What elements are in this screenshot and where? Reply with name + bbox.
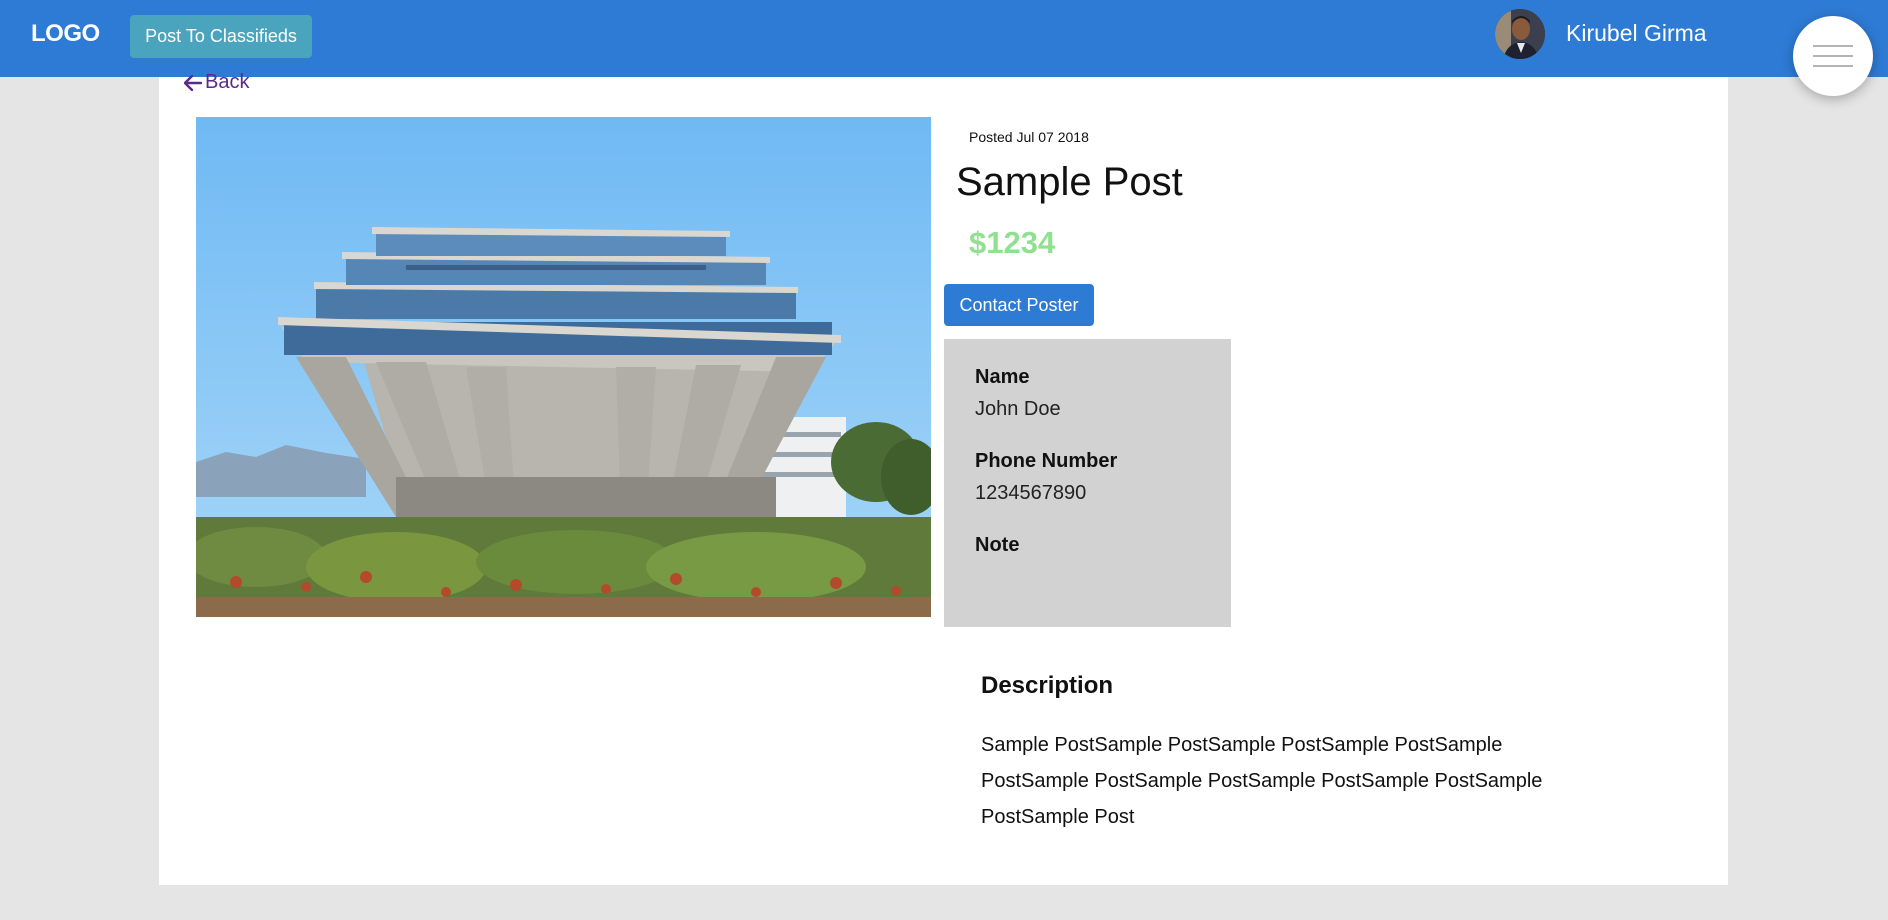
post-title: Sample Post [956,160,1183,204]
arrow-left-icon [184,74,202,91]
user-name[interactable]: Kirubel Girma [1566,20,1707,47]
back-label: Back [205,71,250,93]
back-link[interactable]: Back [184,71,249,94]
contact-name-field: Name John Doe [975,366,1200,421]
hamburger-menu-icon [1813,45,1853,67]
avatar-image [1495,9,1545,59]
contact-phone-field: Phone Number 1234567890 [975,450,1200,505]
building-photo [196,117,931,617]
top-navbar: LOGO Post To Classifieds Kirubel Girma [0,0,1888,96]
post-price: $1234 [969,225,1056,260]
contact-info-panel: Name John Doe Phone Number 1234567890 No… [944,339,1231,627]
post-detail-card: Back Posted Jul 07 2018 Sample Post $123… [159,71,1728,885]
name-label: Name [975,366,1030,388]
logo[interactable]: LOGO [31,20,100,48]
note-label: Note [975,534,1020,556]
phone-value: 1234567890 [975,482,1087,504]
description-text: Sample PostSample PostSample PostSample … [981,734,1543,828]
contact-poster-button[interactable]: Contact Poster [944,284,1094,326]
hamburger-menu-button[interactable] [1793,16,1873,96]
description-heading: Description [981,672,1114,699]
phone-label: Phone Number [975,450,1118,472]
contact-note-field: Note [975,534,1200,557]
user-avatar[interactable] [1495,9,1545,59]
posted-date: Posted Jul 07 2018 [969,129,1089,145]
post-image [196,117,931,617]
name-value: John Doe [975,398,1061,420]
post-to-classifieds-button[interactable]: Post To Classifieds [130,15,312,58]
